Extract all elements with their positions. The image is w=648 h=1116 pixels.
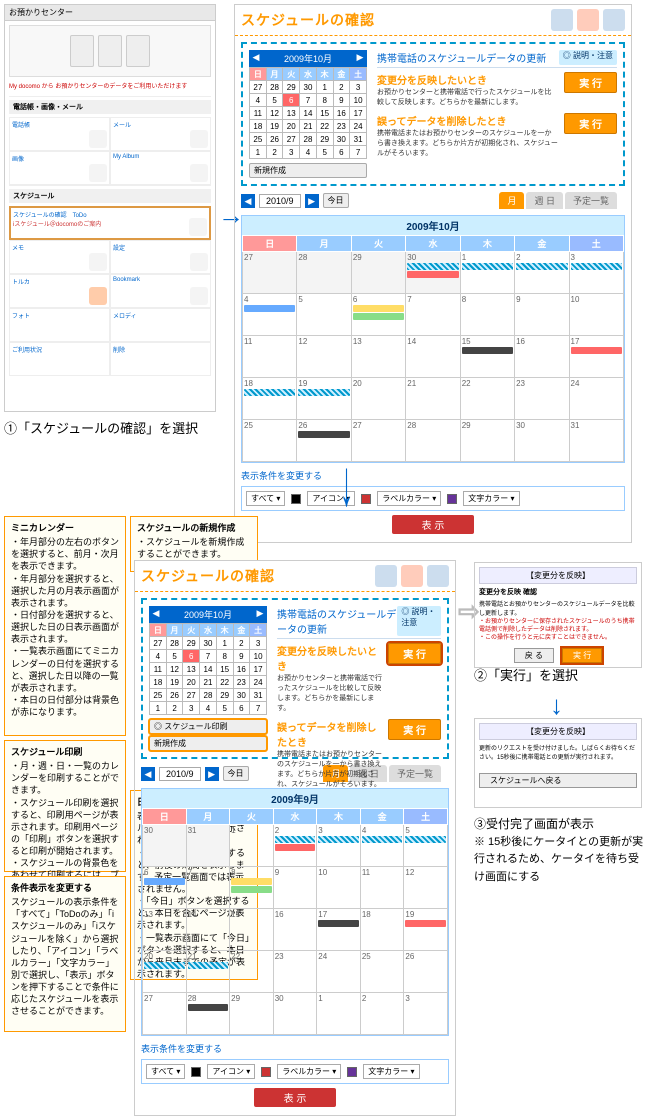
- done-dialog: 【変更分を反映】 更新のリクエストを受け付けました。しばらくお待ちください。15…: [474, 718, 642, 808]
- help-link[interactable]: ◎ 説明・注意: [559, 50, 617, 65]
- new-schedule-button[interactable]: 新規作成: [149, 736, 267, 751]
- back-button[interactable]: 戻 る: [514, 648, 554, 663]
- confirm-dialog: 【変更分を反映】 変更分を反映 確認 携帯電話とお預かりセンターのスケジュールデ…: [474, 562, 642, 668]
- tab-month[interactable]: 月: [499, 192, 524, 209]
- reflect-exec-button[interactable]: 実 行: [564, 72, 617, 93]
- delete-exec-button[interactable]: 実 行: [564, 113, 617, 134]
- today-button[interactable]: 今日: [323, 193, 349, 208]
- tab-todo[interactable]: 予定一覧: [565, 192, 617, 209]
- step3-caption: ③受付完了画面が表示 ※ 15秒後にケータイとの更新が実行されるため、ケータイを…: [474, 816, 644, 885]
- filter-label-select[interactable]: ラベルカラー ▾: [377, 491, 441, 506]
- omakase-cell[interactable]: 電話帳: [9, 117, 110, 151]
- mini-calendar[interactable]: 日月火水木金土272829301234567891011121314151617…: [249, 67, 367, 159]
- show-button[interactable]: 表 示: [392, 515, 475, 534]
- omakase-center-panel: お預かりセンター My docomo から お預かりセンターのデータをご利用いた…: [4, 4, 216, 412]
- omakase-hero: [9, 25, 211, 77]
- big-calendar[interactable]: 日月火水木金土272829301234567891011121314151617…: [242, 235, 624, 462]
- reflect-exec-button-highlighted[interactable]: 実 行: [388, 643, 441, 664]
- omakase-cell[interactable]: メール: [110, 117, 211, 151]
- omakase-cell[interactable]: My Album: [110, 151, 211, 185]
- mini-cal-next-icon[interactable]: ▶: [355, 52, 365, 63]
- mini-cal-prev-icon[interactable]: ◀: [151, 608, 161, 619]
- date-label: 2010/9: [259, 194, 301, 208]
- schedule-confirm-link[interactable]: スケジュールの確認 ToDoiスケジュール＠docomoのご案内: [9, 206, 211, 240]
- annotation-print: スケジュール印刷・月・週・日・一覧のカレンダーを印刷することができます。 ・スケ…: [4, 740, 126, 872]
- sync-title: 携帯電話のスケジュールデータの更新: [377, 50, 546, 65]
- schedule-title: スケジュールの確認: [241, 10, 375, 30]
- annotation-mini-calendar: ミニカレンダー・年月部分の左右のボタンを選択すると、前月・次月を表示できます。 …: [4, 516, 126, 736]
- filter-text-select[interactable]: 文字カラー ▾: [463, 491, 519, 506]
- schedule-confirm-panel: スケジュールの確認 ◀ 2009年10月 ▶ 日月火水木金土2728293012…: [234, 4, 632, 543]
- back-to-schedule-button[interactable]: スケジュールへ戻る: [479, 773, 637, 788]
- omakase-cell[interactable]: 画像: [9, 151, 110, 185]
- mini-cal-prev-icon[interactable]: ◀: [251, 52, 261, 63]
- step2-caption: ②「実行」を選択: [474, 665, 578, 684]
- mini-cal-next-icon[interactable]: ▶: [255, 608, 265, 619]
- exec-confirm-button[interactable]: 実 行: [562, 648, 602, 663]
- omakase-red-text: My docomo から お預かりセンターのデータをご利用いただけます: [9, 81, 211, 90]
- tab-week[interactable]: 週 日: [526, 192, 563, 209]
- mini-cal-month-nav[interactable]: ◀ 2009年10月 ▶: [249, 50, 367, 67]
- flow-arrow-down-icon: ↓: [340, 445, 353, 523]
- omakase-header: お預かりセンター: [5, 5, 215, 21]
- flow-arrow-down-icon: ↓: [550, 690, 563, 721]
- step1-caption: ①「スケジュールの確認」を選択: [4, 418, 198, 437]
- date-prev-button[interactable]: ◀: [241, 194, 255, 208]
- calendar-month-header: 2009年10月: [242, 216, 624, 235]
- filter-title: 表示条件を変更する: [241, 469, 625, 482]
- date-next-button[interactable]: ▶: [305, 194, 319, 208]
- show-button[interactable]: 表 示: [254, 1088, 337, 1107]
- print-button[interactable]: ◎ スケジュール印刷: [149, 719, 267, 734]
- new-schedule-button[interactable]: 新規作成: [249, 163, 367, 178]
- annotation-conditions: 条件表示を変更するスケジュールの表示条件を「すべて」「ToDoのみ」「iスケジュ…: [4, 876, 126, 1032]
- filter-all-select[interactable]: すべて ▾: [246, 491, 285, 506]
- delete-exec-button[interactable]: 実 行: [388, 719, 441, 740]
- schedule-confirm-panel-lower: スケジュールの確認 ◀ 2009年10月 ▶ 日月火水木金土2728293012…: [134, 560, 456, 1116]
